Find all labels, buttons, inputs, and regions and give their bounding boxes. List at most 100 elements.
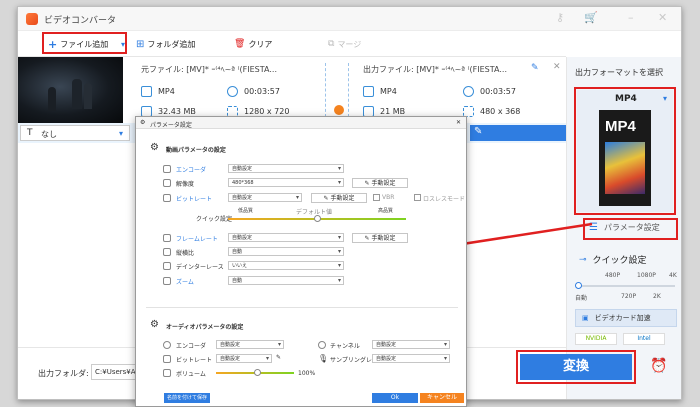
merge-label: マージ [337, 39, 362, 49]
video-settings-icon: ⚙ [150, 142, 159, 153]
convert-button[interactable]: 変換 [520, 354, 632, 380]
output-folder-label: 出力フォルダ: [38, 369, 89, 378]
channel-select[interactable]: 自動設定 [372, 340, 450, 349]
deinterlace-icon [163, 262, 171, 270]
source-file-label: 元ファイル: [MV]* ｰ⁽⁴ﾍ~ª ⁽(FIESTA... [141, 65, 277, 74]
volume-label: ボリューム [176, 371, 206, 378]
output-duration: 00:03:57 [463, 86, 516, 97]
low-quality-label: 低品質 [238, 208, 254, 214]
quality-slider-track[interactable] [577, 285, 675, 287]
source-format: MP4 [141, 86, 175, 97]
save-as-button[interactable]: 名前を付けて保存 [164, 393, 210, 403]
clock-icon [463, 86, 474, 97]
audio-bitrate-label: ビットレート [176, 357, 213, 364]
channel-icon [318, 341, 326, 349]
subtitle-select[interactable]: T なし ▾ [20, 125, 130, 141]
audio-section-title: オーディオパラメータの設定 [166, 324, 244, 331]
dialog-title: パラメータ設定 [150, 122, 192, 129]
cpu-badge-icon [334, 105, 344, 115]
clear-button[interactable]: 🗑 クリア [234, 36, 272, 52]
file-item[interactable]: 元ファイル: [MV]* ｰ⁽⁴ﾍ~ª ⁽(FIESTA... MP4 00:0… [123, 57, 566, 123]
close-icon[interactable]: ✕ [658, 11, 667, 24]
volume-slider-handle[interactable] [254, 369, 261, 376]
zoom-select[interactable]: 自動 [228, 276, 344, 285]
quality-slider-handle[interactable] [314, 215, 321, 222]
cart-icon[interactable]: 🛒 [584, 11, 598, 24]
folder-plus-icon: ⊞ [136, 38, 145, 50]
add-folder-label: フォルダ追加 [147, 39, 196, 49]
plus-icon: + [48, 37, 58, 51]
format-icon [363, 86, 374, 97]
edit-icon[interactable]: ✎ [531, 63, 539, 73]
quality-slider-handle[interactable] [575, 282, 582, 289]
encoder-select[interactable]: 自動設定 [228, 164, 344, 173]
dialog-close-icon[interactable]: ✕ [456, 119, 461, 126]
add-file-dropdown-icon[interactable]: ▾ [121, 36, 125, 52]
video-section-title: 動画パラメータの設定 [166, 147, 226, 154]
gpu-icon: ▣ [582, 314, 589, 322]
film-image [605, 142, 645, 194]
trash-icon: 🗑 [234, 39, 246, 49]
cancel-button[interactable]: キャンセル [420, 393, 464, 403]
vbr-checkbox[interactable] [373, 194, 380, 201]
alarm-icon[interactable]: ⏰ [650, 358, 667, 374]
resolution-manual-button[interactable]: ✎ 手動設定 [352, 178, 408, 188]
framerate-select[interactable]: 自動設定 [228, 233, 344, 242]
add-file-button[interactable]: + ファイル追加 [48, 36, 108, 52]
mp4-format-icon: MP4 [599, 110, 651, 206]
framerate-icon [163, 234, 171, 242]
edit-bar-highlight[interactable]: ✎ [470, 125, 566, 141]
audio-encoder-label: エンコーダ [176, 343, 207, 350]
quality-1080p: 1080P [637, 272, 656, 279]
output-resolution: 480 x 368 [463, 106, 520, 117]
high-quality-label: 高品質 [378, 208, 394, 214]
framerate-manual-button[interactable]: ✎ 手動設定 [352, 233, 408, 243]
framerate-label: フレームレート [176, 236, 218, 243]
source-duration: 00:03:57 [227, 86, 280, 97]
audio-settings-icon: ⚙ [150, 319, 159, 330]
output-format: MP4 [363, 86, 397, 97]
key-icon[interactable]: ⚷ [556, 11, 564, 24]
clock-icon [227, 86, 238, 97]
deinterlace-select[interactable]: いいえ [228, 261, 344, 270]
audio-bitrate-select[interactable]: 自動設定 [216, 354, 272, 363]
zoom-icon [163, 277, 171, 285]
bitrate-label: ビットレート [176, 196, 213, 203]
add-folder-button[interactable]: ⊞ フォルダ追加 [136, 36, 195, 52]
gpu-accel-toggle[interactable]: ▣ ビデオカード加速 [575, 309, 677, 327]
aspect-select[interactable]: 自動 [228, 247, 344, 256]
merge-button[interactable]: ⧉ マージ [328, 36, 361, 52]
ok-button[interactable]: Ok [372, 393, 418, 403]
volume-value: 100% [298, 370, 316, 377]
bitrate-manual-button[interactable]: ✎ 手動設定 [311, 193, 367, 203]
quality-4k: 4K [669, 272, 677, 279]
dialog-settings-icon: ⚙ [140, 119, 146, 126]
audio-encoder-select[interactable]: 自動設定 [216, 340, 284, 349]
chevron-down-icon: ▾ [663, 94, 668, 103]
audio-bitrate-icon [163, 355, 171, 363]
zoom-label: ズーム [176, 279, 194, 286]
param-dialog: ⚙ パラメータ設定 ✕ ⚙ 動画パラメータの設定 エンコーダ 自動設定 解像度 … [135, 116, 467, 407]
video-thumbnail[interactable] [18, 57, 123, 123]
bitrate-icon [163, 194, 171, 202]
lossless-label: ロスレスモード [423, 196, 466, 203]
remove-file-icon[interactable]: ✕ [553, 62, 561, 72]
lossless-checkbox[interactable] [414, 194, 421, 201]
format-icon [141, 86, 152, 97]
section-divider [146, 307, 458, 308]
clear-label: クリア [248, 39, 273, 49]
audio-bitrate-edit-icon[interactable]: ✎ [276, 354, 281, 361]
minimize-icon[interactable]: – [628, 11, 634, 24]
format-selector[interactable]: MP4 ▾ MP4 [577, 90, 673, 212]
quick-setting-label: クイック設定 [196, 216, 233, 223]
aspect-icon [163, 248, 171, 256]
resolution-label: 解像度 [176, 181, 195, 188]
channel-label: チャンネル [330, 343, 360, 350]
resolution-select[interactable]: 480*368 [228, 178, 344, 187]
dialog-title-bar: ⚙ パラメータ設定 ✕ [136, 117, 466, 129]
quality-480p: 480P [605, 272, 621, 279]
sampling-select[interactable]: 自動設定 [372, 354, 450, 363]
volume-icon [163, 369, 171, 377]
bitrate-select[interactable]: 自動設定 [228, 193, 302, 202]
quality-720p: 720P [621, 293, 637, 300]
